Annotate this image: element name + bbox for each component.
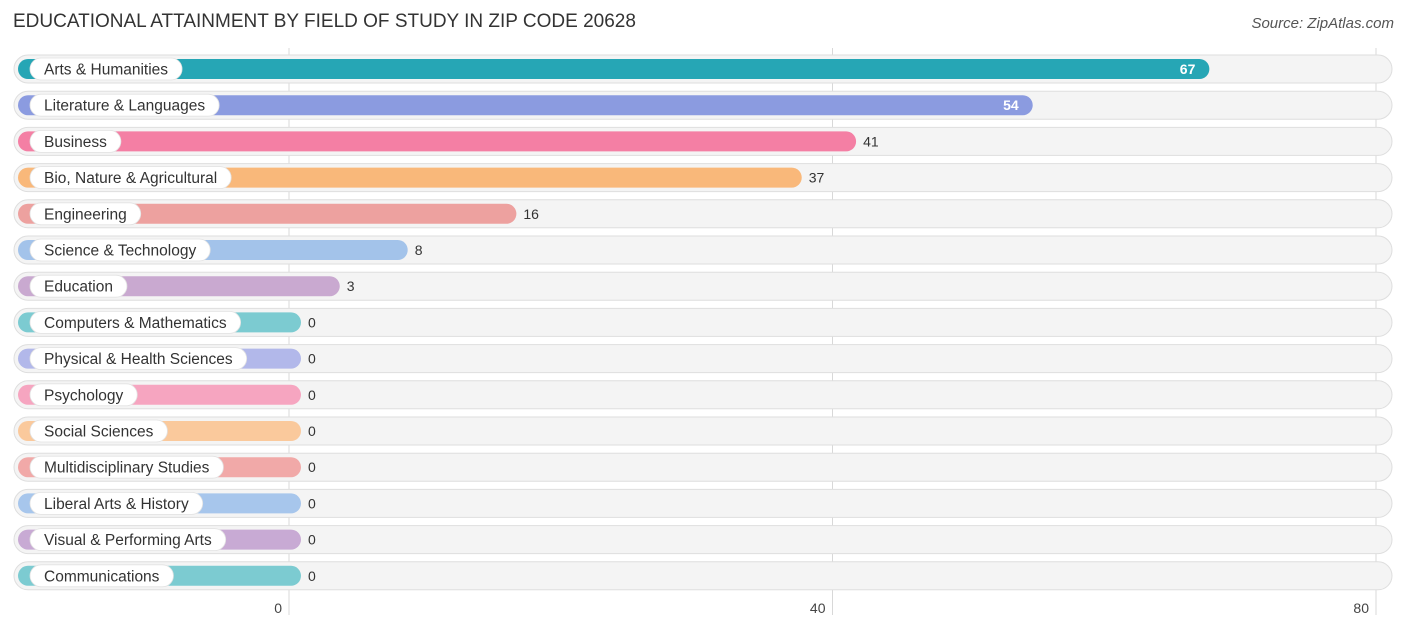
value-label: 0 [308, 387, 316, 403]
category-label: Bio, Nature & Agricultural [44, 170, 217, 187]
bar-rows: Arts & Humanities 67 Literature & Language… [13, 54, 1393, 591]
x-tick-label: 80 [1353, 600, 1369, 616]
category-label: Computers & Mathematics [44, 315, 227, 332]
category-label: Social Sciences [44, 424, 154, 441]
x-tick-label: 40 [810, 600, 826, 616]
bar-row: Physical & Health Sciences 0 [13, 344, 1393, 374]
category-label: Communications [44, 568, 160, 585]
bar-row: Literature & Languages 54 [13, 90, 1393, 120]
category-label: Liberal Arts & History [44, 496, 189, 513]
category-label: Physical & Health Sciences [44, 351, 233, 368]
value-label: 3 [347, 278, 355, 294]
value-label: 0 [308, 351, 316, 367]
category-label: Multidisciplinary Studies [44, 460, 210, 477]
bar-row: Engineering 16 [13, 199, 1393, 229]
bar-row: Visual & Performing Arts 0 [13, 525, 1393, 555]
bar-row: Bio, Nature & Agricultural 37 [13, 163, 1393, 193]
category-label: Arts & Humanities [44, 62, 168, 79]
bar-row: Multidisciplinary Studies 0 [13, 452, 1393, 482]
value-label: 0 [308, 314, 316, 330]
bar [18, 131, 857, 152]
bar-row: Social Sciences 0 [13, 416, 1393, 446]
bar-row: Education 3 [13, 271, 1393, 301]
bar [18, 59, 1210, 79]
value-label: 67 [1180, 61, 1196, 77]
value-label: 41 [863, 133, 879, 149]
value-label: 0 [308, 532, 316, 548]
category-label: Literature & Languages [44, 98, 205, 115]
bar-row: Science & Technology 8 [13, 235, 1393, 265]
value-label: 37 [809, 170, 825, 186]
value-label: 0 [308, 568, 316, 584]
category-label: Visual & Performing Arts [44, 532, 212, 549]
bar-row: Business 41 [13, 126, 1393, 156]
x-axis-ticks: 0 40 80 [274, 600, 1369, 616]
value-label: 0 [308, 459, 316, 475]
category-label: Engineering [44, 206, 127, 223]
bar-row: Communications 0 [13, 561, 1393, 591]
value-label: 8 [415, 242, 423, 258]
bar-row: Arts & Humanities 67 [13, 54, 1393, 84]
bar-row: Computers & Mathematics 0 [13, 307, 1393, 337]
category-label: Science & Technology [44, 243, 196, 260]
value-label: 16 [523, 206, 539, 222]
x-tick-label: 0 [274, 600, 282, 616]
value-label: 0 [308, 423, 316, 439]
category-label: Psychology [44, 387, 124, 404]
value-label: 54 [1003, 97, 1019, 113]
bar-chart: Arts & Humanities 67 Literature & Language… [13, 48, 1393, 616]
bar-row: Liberal Arts & History 0 [13, 488, 1393, 518]
category-label: Education [44, 279, 113, 296]
category-label: Business [44, 134, 107, 151]
value-label: 0 [308, 495, 316, 511]
bar-row: Psychology 0 [13, 380, 1393, 410]
